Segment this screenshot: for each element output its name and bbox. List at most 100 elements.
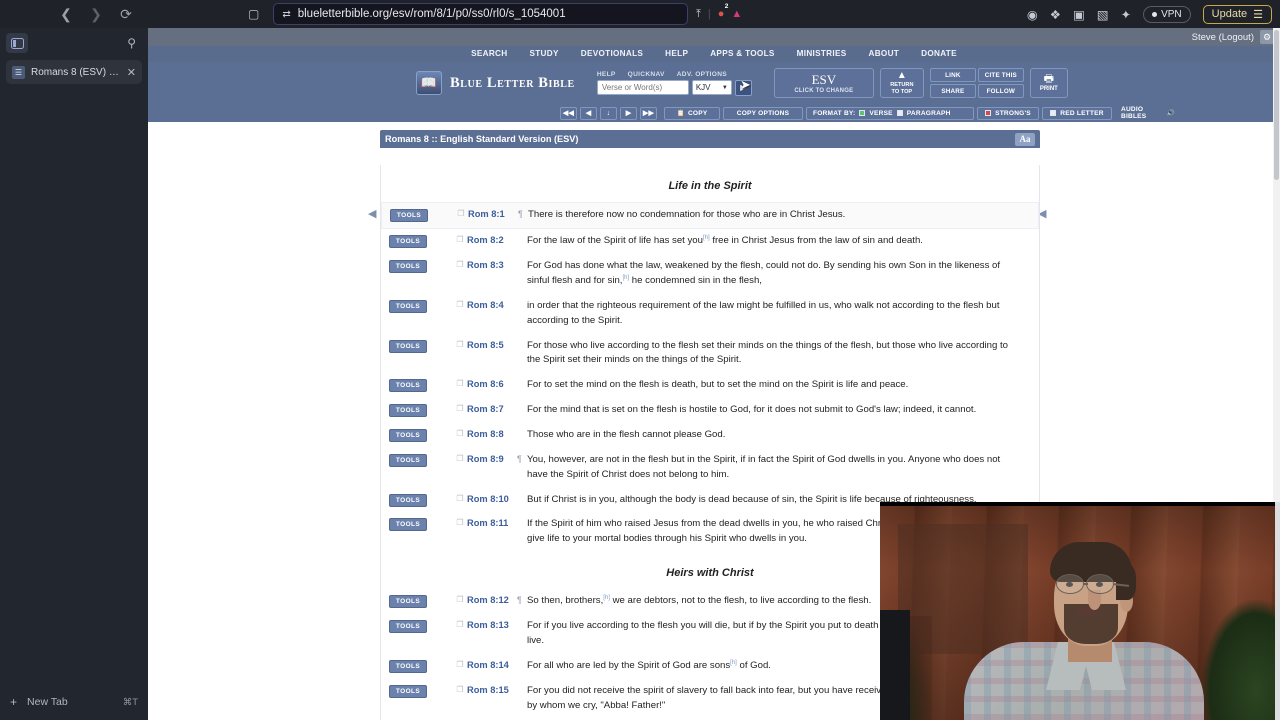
nav-item-apps-tools[interactable]: APPS & TOOLS: [699, 46, 785, 62]
copy-verse-icon[interactable]: ❐: [453, 660, 467, 669]
verse-row[interactable]: TOOLS ❐Rom 8:2¶For the law of the Spirit …: [381, 229, 1039, 254]
prev-chapter-button[interactable]: ◀: [580, 106, 597, 120]
sparkle-icon[interactable]: ✦: [1121, 7, 1131, 22]
tools-button[interactable]: TOOLS: [389, 428, 427, 442]
next-chapter-button[interactable]: ▶: [620, 106, 637, 120]
link-button[interactable]: LINK: [929, 68, 976, 82]
sidebar-item-tab-romans8[interactable]: ☰ Romans 8 (ESV) - There ✕: [6, 60, 142, 84]
reload-icon[interactable]: ⟳: [118, 6, 134, 22]
tools-button[interactable]: TOOLS: [390, 209, 428, 222]
copy-verse-icon[interactable]: ❐: [453, 454, 467, 463]
last-chapter-button[interactable]: ▶▶: [640, 106, 657, 120]
print-button[interactable]: 🖶 PRINT: [1029, 68, 1068, 98]
verse-reference[interactable]: Rom 8:7: [467, 404, 517, 414]
tools-button[interactable]: TOOLS: [389, 453, 427, 467]
reader-mode-icon[interactable]: ▢: [248, 7, 259, 21]
update-button[interactable]: Update ☰: [1202, 4, 1272, 24]
back-chevron-icon[interactable]: ❮: [58, 6, 74, 22]
gear-icon[interactable]: ⚙: [1260, 30, 1274, 44]
red-letter-checkbox[interactable]: [1050, 110, 1057, 116]
verse-reference[interactable]: Rom 8:9: [467, 454, 517, 464]
tools-button[interactable]: TOOLS: [389, 493, 427, 507]
nav-item-devotionals[interactable]: DEVOTIONALS: [570, 46, 654, 62]
account-icon[interactable]: ◉: [1027, 7, 1038, 22]
copy-verse-icon[interactable]: ❐: [453, 429, 467, 438]
red-letter-toggle[interactable]: RED LETTER: [1042, 106, 1112, 120]
verse-reference[interactable]: Rom 8:10: [467, 494, 517, 504]
tools-button[interactable]: TOOLS: [389, 659, 427, 673]
adblock-shield-icon[interactable]: ● 2: [718, 3, 729, 20]
copy-verse-icon[interactable]: ❐: [454, 209, 468, 218]
wallet-icon[interactable]: ▧: [1097, 7, 1109, 22]
version-select[interactable]: KJV ▼: [691, 80, 732, 95]
collapse-left-arrow-icon[interactable]: ◀: [368, 208, 377, 220]
warning-triangle-icon[interactable]: ▲: [731, 8, 742, 20]
hamburger-menu-icon[interactable]: ☰: [1253, 8, 1263, 21]
verse-reference[interactable]: Rom 8:12: [467, 595, 517, 605]
tools-button[interactable]: TOOLS: [389, 518, 427, 532]
brand-name[interactable]: Blue Letter Bible: [450, 75, 575, 92]
copy-button[interactable]: 📋 COPY: [664, 106, 720, 120]
verse-reference[interactable]: Rom 8:4: [467, 300, 517, 310]
search-input[interactable]: [596, 80, 689, 95]
tracking-protection-icon[interactable]: ⇄: [282, 9, 290, 20]
copy-verse-icon[interactable]: ❐: [453, 300, 467, 309]
verse-row[interactable]: TOOLS ❐ Rom 8:9 ¶ You, however, are not in t…: [381, 448, 1039, 488]
copy-verse-icon[interactable]: ❐: [453, 340, 467, 349]
verse-row[interactable]: TOOLS ❐Rom 8:6¶For to set the mind on the…: [381, 373, 1039, 398]
tools-button[interactable]: TOOLS: [389, 404, 427, 418]
nav-item-donate[interactable]: DONATE: [910, 46, 968, 62]
tools-button[interactable]: TOOLS: [389, 620, 427, 634]
share-icon[interactable]: ⤒: [696, 8, 701, 21]
copy-verse-icon[interactable]: ❐: [453, 620, 467, 629]
vpn-button[interactable]: VPN: [1143, 5, 1191, 23]
verse-row[interactable]: TOOLS ❐Rom 8:7¶For the mind that is set o…: [381, 398, 1039, 423]
follow-button[interactable]: FOLLOW: [977, 84, 1024, 98]
footnote-marker[interactable]: [h]: [703, 235, 710, 241]
sidebar-toggle-icon[interactable]: [6, 33, 28, 53]
nav-item-about[interactable]: ABOUT: [858, 46, 911, 62]
verse-reference[interactable]: Rom 8:13: [467, 620, 517, 630]
cite-this-button[interactable]: CITE THIS: [977, 68, 1024, 82]
new-tab-button[interactable]: + New Tab ⌘T: [0, 692, 148, 712]
share-button[interactable]: SHARE: [929, 84, 976, 98]
verse-reference[interactable]: Rom 8:1: [468, 209, 518, 219]
footnote-marker[interactable]: [h]: [730, 660, 737, 666]
copy-verse-icon[interactable]: ❐: [453, 595, 467, 604]
tools-button[interactable]: TOOLS: [389, 339, 427, 353]
jump-down-button[interactable]: ↓: [600, 106, 617, 120]
verse-checkbox[interactable]: [859, 110, 866, 116]
footnote-marker[interactable]: [h]: [603, 595, 610, 601]
nav-item-help[interactable]: HELP: [654, 46, 699, 62]
audio-bibles-button[interactable]: AUDIO BIBLES 🔊: [1115, 106, 1181, 120]
extensions-icon[interactable]: ❖: [1050, 7, 1061, 22]
tools-button[interactable]: TOOLS: [389, 379, 427, 393]
verse-row[interactable]: TOOLS ❐Rom 8:8¶Those who are in the flesh…: [381, 423, 1039, 448]
verse-reference[interactable]: Rom 8:2: [467, 235, 517, 245]
close-icon[interactable]: ✕: [127, 66, 136, 79]
verse-row[interactable]: TOOLS ❐ Rom 8:1 ¶ There is therefore now no …: [381, 202, 1039, 229]
strongs-toggle[interactable]: STRONG'S: [977, 106, 1039, 120]
copy-verse-icon[interactable]: ❐: [453, 518, 467, 527]
search-go-button[interactable]: ▶ ➤: [734, 78, 752, 96]
verse-reference[interactable]: Rom 8:15: [467, 685, 517, 695]
nav-item-search[interactable]: SEARCH: [460, 46, 518, 62]
scrollbar-thumb[interactable]: [1274, 30, 1279, 180]
verse-reference[interactable]: Rom 8:8: [467, 429, 517, 439]
format-by-group[interactable]: FORMAT BY: VERSE PARAGRAPH: [806, 106, 974, 120]
verse-row[interactable]: TOOLS ❐Rom 8:3¶For God has done what the …: [381, 254, 1039, 294]
font-size-button[interactable]: Aa: [1015, 132, 1035, 146]
verse-reference[interactable]: Rom 8:5: [467, 340, 517, 350]
copy-options-button[interactable]: COPY OPTIONS: [723, 106, 803, 120]
search-link-help[interactable]: HELP: [597, 71, 616, 78]
tools-button[interactable]: TOOLS: [389, 595, 427, 609]
tools-button[interactable]: TOOLS: [389, 234, 427, 248]
split-view-icon[interactable]: ▣: [1073, 7, 1085, 22]
first-chapter-button[interactable]: ◀◀: [560, 106, 577, 120]
search-icon[interactable]: ⚲: [127, 36, 136, 50]
nav-item-ministries[interactable]: MINISTRIES: [786, 46, 858, 62]
verse-reference[interactable]: Rom 8:3: [467, 260, 517, 270]
copy-verse-icon[interactable]: ❐: [453, 494, 467, 503]
verse-reference[interactable]: Rom 8:6: [467, 379, 517, 389]
copy-verse-icon[interactable]: ❐: [453, 404, 467, 413]
